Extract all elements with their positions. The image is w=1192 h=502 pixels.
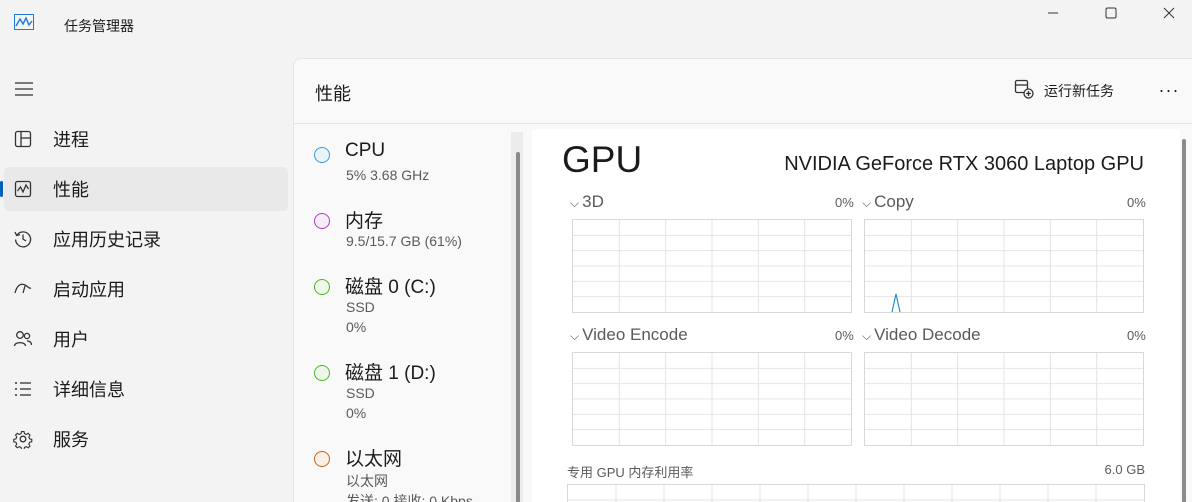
device-detail: 9.5/15.7 GB (61%) [346,233,462,249]
device-detail: 0% [346,319,367,335]
memory-indicator-icon [314,213,330,229]
more-icon: ··· [1158,79,1180,100]
chevron-down-icon: ⌵ [570,196,580,210]
sidebar-item-label: 应用历史记录 [53,230,161,250]
gpu-model-name: NVIDIA GeForce RTX 3060 Laptop GPU [784,153,1144,175]
graph-3d [572,219,852,313]
pulse-chart-icon [14,14,34,30]
processes-icon [12,128,34,150]
hamburger-icon[interactable] [12,78,36,100]
services-icon [12,428,34,450]
device-detail: SSD [346,299,375,315]
graph-copy [864,219,1144,313]
graph-label: 3D [582,192,604,211]
disk-indicator-icon [314,279,330,295]
device-name: 磁盘 1 (D:) [345,363,436,384]
graph-label: Copy [874,192,914,211]
gpu-detail-panel: GPU NVIDIA GeForce RTX 3060 Laptop GPU ⌵… [532,129,1180,502]
graph-video-decode [864,352,1144,446]
device-detail: 以太网 [346,473,388,489]
main-panel: 性能 运行新任务 ··· CPU 5% 3.68 GHz 内存 9.5/15.7… [293,58,1192,502]
sidebar-item-startup[interactable]: 启动应用 [4,267,288,311]
performance-icon [12,178,34,200]
sidebar-item-performance[interactable]: 性能 [0,167,288,211]
users-icon [12,328,34,350]
graph-engine-selector[interactable]: ⌵ Video Decode [862,325,981,345]
device-detail: SSD [346,385,375,401]
detail-scrollbar[interactable] [1182,139,1186,502]
device-name: 内存 [345,211,384,232]
page-title: 性能 [315,84,351,104]
new-task-icon [1014,79,1034,104]
minimize-icon [1047,6,1059,24]
gpu-title: GPU [562,139,643,180]
run-new-task-button[interactable]: 运行新任务 [1014,79,1114,103]
close-button[interactable] [1146,0,1192,30]
startup-icon [12,278,34,300]
sidebar-item-label: 性能 [53,180,89,200]
graph-engine-selector[interactable]: ⌵ 3D [570,192,604,212]
ethernet-indicator-icon [314,451,330,467]
window-title: 任务管理器 [64,18,134,34]
sidebar-item-app-history[interactable]: 应用历史记录 [4,217,288,261]
sidebar-item-label: 用户 [53,330,89,350]
chevron-down-icon: ⌵ [570,329,580,343]
device-detail: 发送: 0 接收: 0 Kbps [346,493,473,502]
graph-engine-selector[interactable]: ⌵ Video Encode [570,325,688,345]
device-detail: 0% [346,405,367,421]
sidebar-item-processes[interactable]: 进程 [4,117,288,161]
sidebar-item-users[interactable]: 用户 [4,317,288,361]
dedicated-memory-graph [567,484,1145,502]
device-name: 磁盘 0 (C:) [345,277,436,298]
graph-label: Video Decode [874,325,981,344]
graph-percent: 0% [835,195,854,210]
chevron-down-icon: ⌵ [862,196,872,210]
disk-indicator-icon [314,365,330,381]
maximize-button[interactable] [1088,0,1134,30]
details-icon [12,378,34,400]
maximize-icon [1105,6,1117,24]
chevron-down-icon: ⌵ [862,329,872,343]
close-icon [1163,6,1175,24]
more-options-button[interactable]: ··· [1156,77,1182,103]
dedicated-memory-label: 专用 GPU 内存利用率 [567,465,694,480]
sidebar-item-label: 详细信息 [53,380,125,400]
device-name: CPU [345,140,386,161]
device-detail: 5% 3.68 GHz [346,167,430,183]
graph-video-encode [572,352,852,446]
run-new-task-label: 运行新任务 [1044,83,1114,99]
graph-percent: 0% [1127,328,1146,343]
sidebar-item-label: 进程 [53,130,89,150]
graph-percent: 0% [835,328,854,343]
dedicated-memory-value: 6.0 GB [1104,462,1145,477]
cpu-indicator-icon [314,147,330,163]
minimize-button[interactable] [1030,0,1076,30]
sidebar-item-services[interactable]: 服务 [4,417,288,461]
graph-percent: 0% [1127,195,1146,210]
sidebar-item-label: 服务 [53,430,89,450]
sidebar-item-details[interactable]: 详细信息 [4,367,288,411]
graph-engine-selector[interactable]: ⌵ Copy [862,192,914,212]
sidebar-item-label: 启动应用 [53,280,125,300]
device-list: CPU 5% 3.68 GHz 内存 9.5/15.7 GB (61%) 磁盘 … [294,124,530,502]
device-name: 以太网 [345,449,403,470]
graph-label: Video Encode [582,325,688,344]
title-bar: 任务管理器 [0,0,1192,48]
history-icon [12,228,34,250]
device-list-scroll-thumb[interactable] [516,152,520,502]
